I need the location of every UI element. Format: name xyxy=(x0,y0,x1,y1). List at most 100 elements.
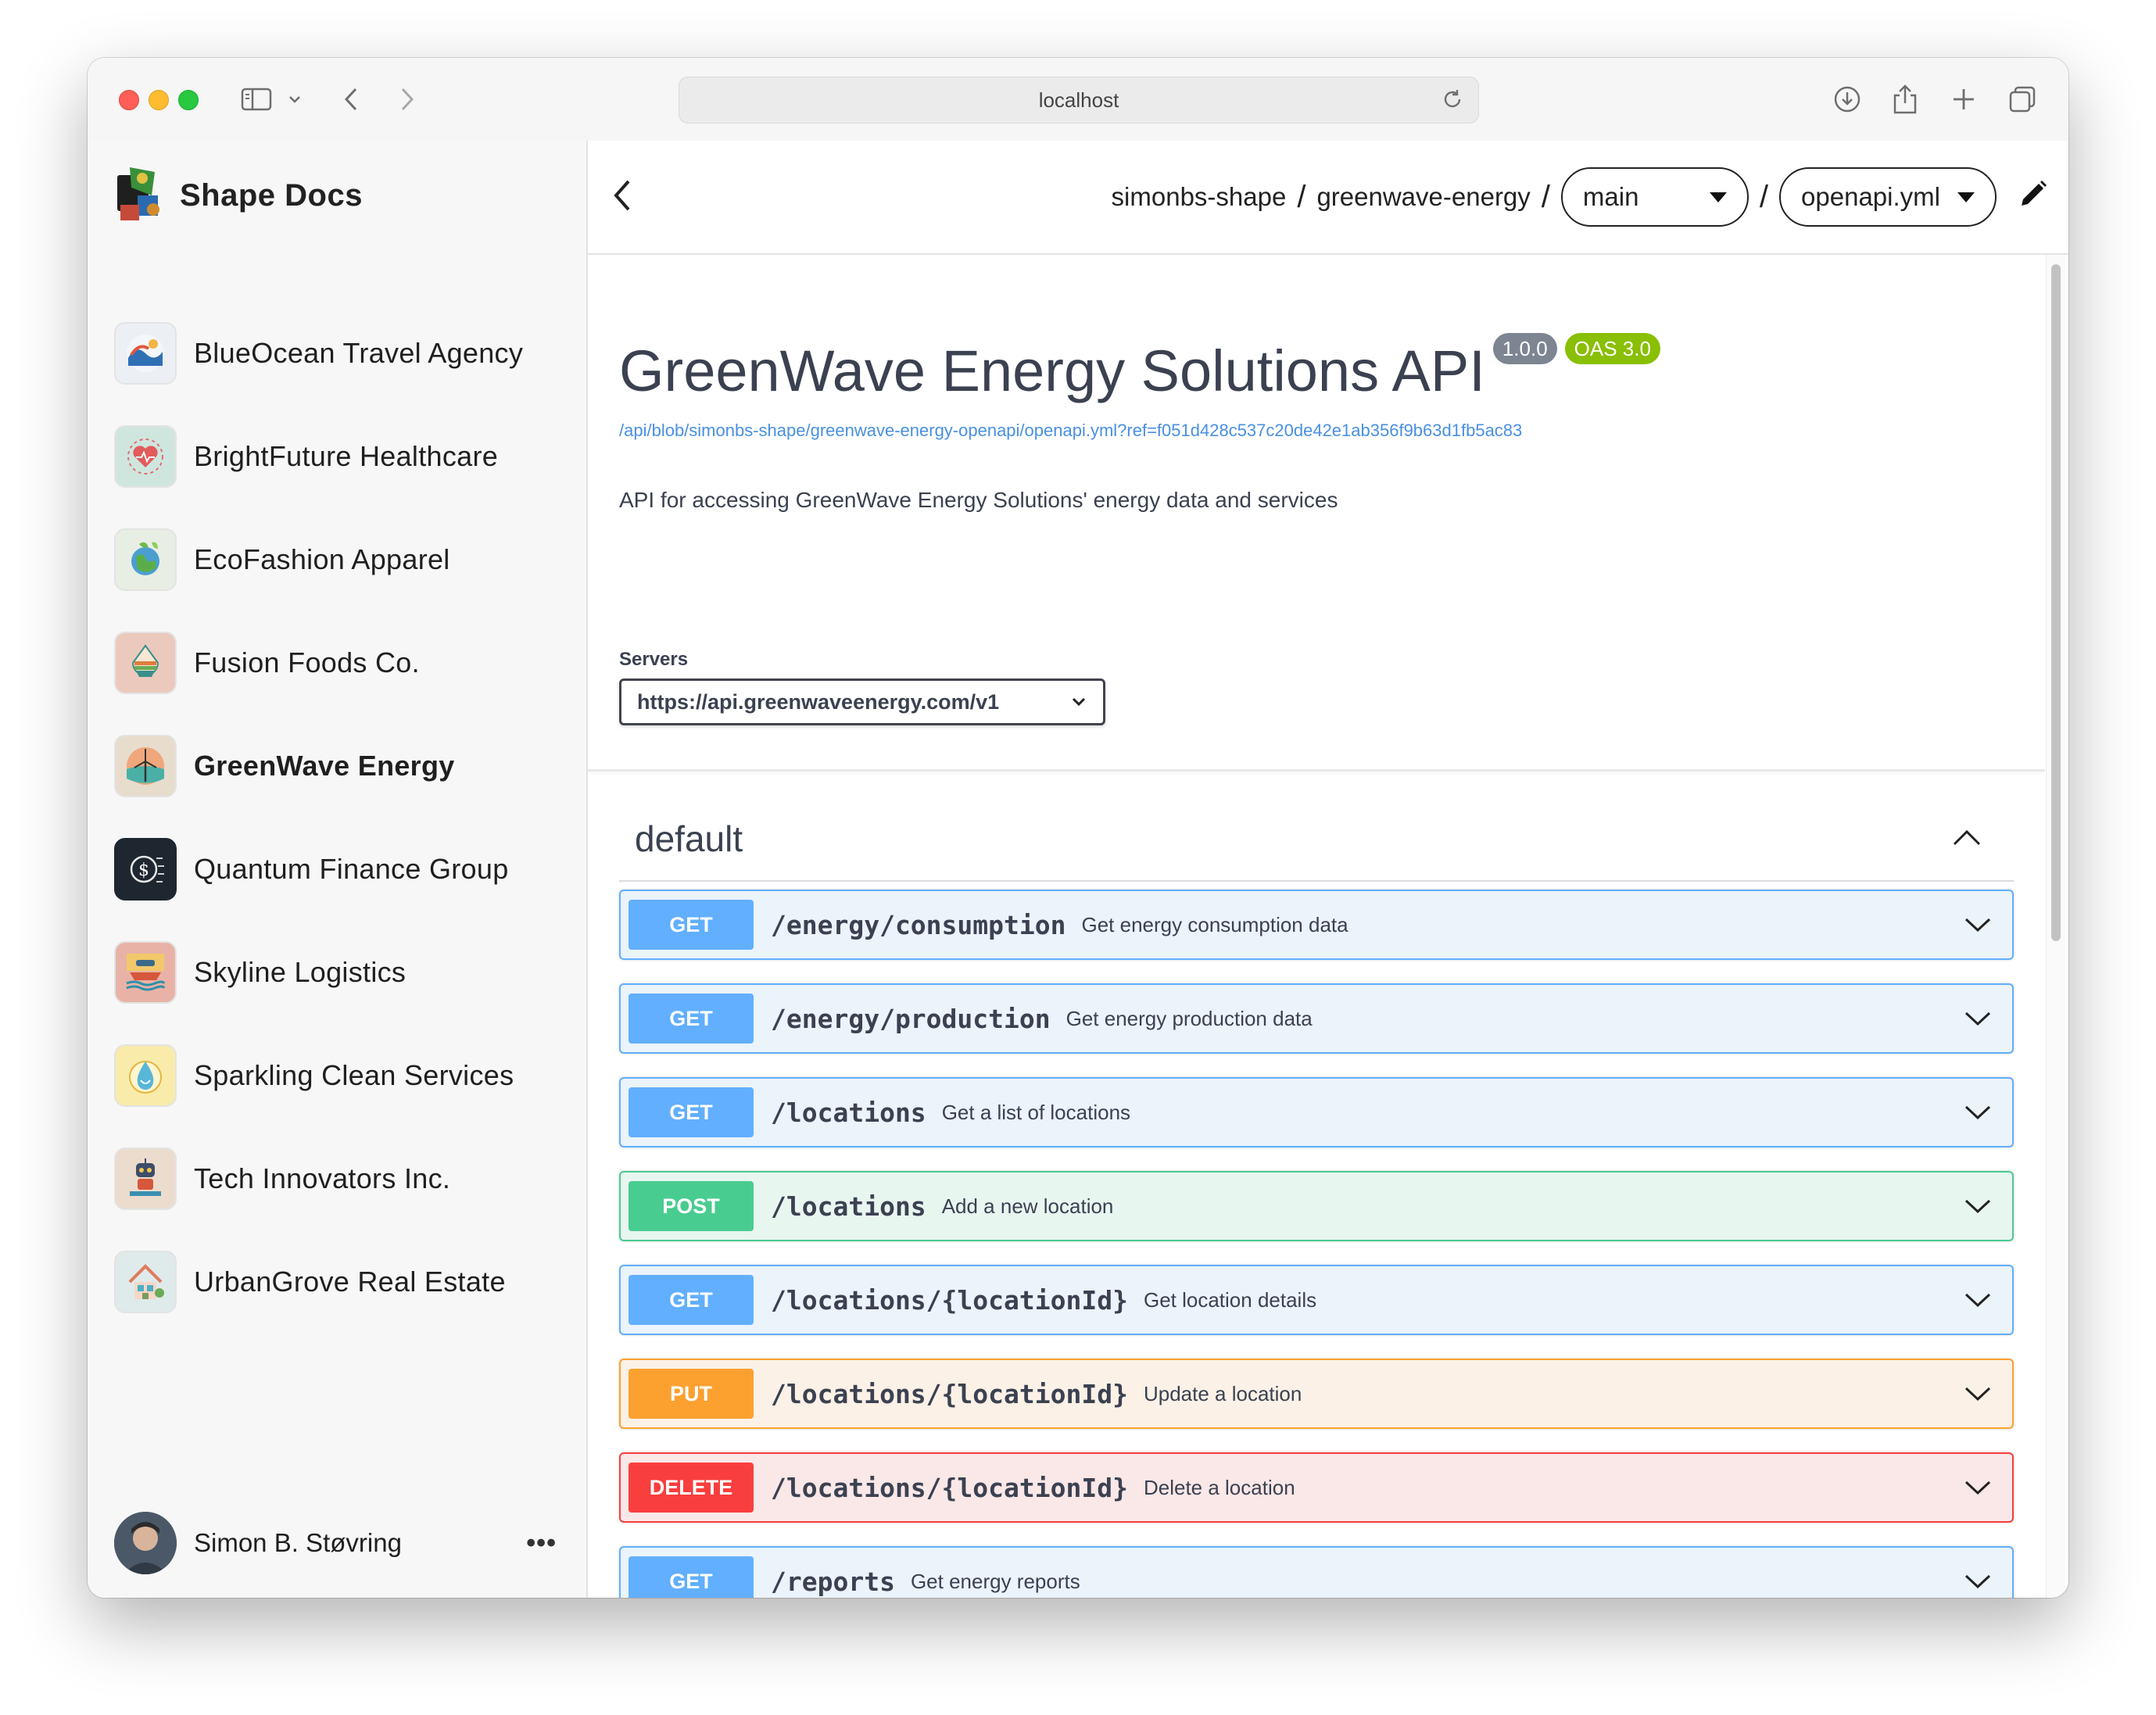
section-divider xyxy=(588,769,2045,772)
operation-summary: Get energy consumption data xyxy=(1081,912,1348,936)
breadcrumb-separator: / xyxy=(1541,179,1550,214)
user-menu[interactable]: Simon B. Støvring ••• xyxy=(114,1512,560,1574)
more-options-icon[interactable]: ••• xyxy=(526,1528,557,1559)
operations-list: GET /energy/consumption Get energy consu… xyxy=(619,890,2014,1598)
file-select[interactable]: openapi.yml xyxy=(1779,167,1997,227)
sidebar-item-ecofashion[interactable]: EcoFashion Apparel xyxy=(114,508,523,611)
tab-overview-icon[interactable] xyxy=(2007,81,2037,117)
sidebar-item-blueocean[interactable]: BlueOcean Travel Agency xyxy=(114,302,523,405)
method-badge: POST xyxy=(629,1181,754,1231)
zoom-window-button[interactable] xyxy=(178,90,199,110)
api-title: GreenWave Energy Solutions API xyxy=(619,338,1485,403)
sidebar-item-label: BrightFuture Healthcare xyxy=(194,440,499,472)
caret-down-icon xyxy=(1957,192,1975,202)
avatar xyxy=(114,1512,177,1574)
chevron-down-icon xyxy=(1964,1480,1991,1495)
caret-down-icon xyxy=(1709,192,1727,202)
breadcrumb-org[interactable]: simonbs-shape xyxy=(1112,182,1287,212)
branch-select[interactable]: main xyxy=(1560,167,1749,227)
edit-button[interactable] xyxy=(2018,179,2048,215)
sidebar-item-fusionfoods[interactable]: Fusion Foods Co. xyxy=(114,611,523,714)
content-scrollbar[interactable] xyxy=(2046,255,2065,1598)
operation-get-energy-consumption[interactable]: GET /energy/consumption Get energy consu… xyxy=(619,890,2014,960)
chevron-up-icon[interactable] xyxy=(1951,829,1982,851)
operation-get-locations[interactable]: GET /locations Get a list of locations xyxy=(619,1077,2014,1148)
new-tab-icon[interactable] xyxy=(1951,81,1976,117)
chevron-down-icon xyxy=(1964,1011,1991,1026)
sidebar-item-label: Fusion Foods Co. xyxy=(194,646,420,678)
operation-summary: Get a list of locations xyxy=(941,1100,1131,1124)
reload-icon[interactable] xyxy=(1441,88,1464,116)
back-button[interactable] xyxy=(611,178,633,217)
api-description: API for accessing GreenWave Energy Solut… xyxy=(619,488,1338,512)
minimize-window-button[interactable] xyxy=(149,90,169,110)
sidebar-item-techinnovators[interactable]: Tech Innovators Inc. xyxy=(114,1127,523,1230)
forward-nav-icon[interactable] xyxy=(397,81,416,117)
chevron-down-icon xyxy=(1964,1105,1991,1120)
operation-put-location[interactable]: PUT /locations/{locationId} Update a loc… xyxy=(619,1359,2014,1429)
main-panel: simonbs-shape / greenwave-energy / main … xyxy=(588,141,2068,1598)
oas-badge: OAS 3.0 xyxy=(1564,333,1660,364)
finance-chip-icon: $ xyxy=(114,838,177,900)
chevron-down-icon[interactable] xyxy=(288,81,302,117)
operation-summary: Get energy reports xyxy=(910,1569,1080,1593)
share-icon[interactable] xyxy=(1892,81,1918,117)
method-badge: GET xyxy=(629,900,754,950)
sidebar-item-label: Tech Innovators Inc. xyxy=(194,1162,451,1194)
scrollbar-thumb[interactable] xyxy=(2051,264,2061,941)
main-header: simonbs-shape / greenwave-energy / main … xyxy=(588,141,2068,255)
address-bar[interactable]: localhost xyxy=(679,77,1479,124)
breadcrumb-separator: / xyxy=(1297,179,1306,214)
method-badge: GET xyxy=(629,1087,754,1137)
robot-icon xyxy=(114,1148,177,1210)
operation-get-location-details[interactable]: GET /locations/{locationId} Get location… xyxy=(619,1265,2014,1335)
operation-get-reports[interactable]: GET /reports Get energy reports xyxy=(619,1546,2014,1598)
sidebar-item-quantumfinance[interactable]: $ Quantum Finance Group xyxy=(114,818,523,921)
operation-path: /locations/{locationId} xyxy=(771,1284,1128,1316)
water-drop-icon xyxy=(114,1044,177,1107)
tag-header-default[interactable]: default xyxy=(619,802,2014,882)
api-info: GreenWave Energy Solutions API 1.0.0 OAS… xyxy=(619,333,2045,513)
sidebar-item-label: Quantum Finance Group xyxy=(194,853,509,885)
user-name: Simon B. Støvring xyxy=(194,1528,402,1557)
operation-get-energy-production[interactable]: GET /energy/production Get energy produc… xyxy=(619,983,2014,1054)
operation-delete-location[interactable]: DELETE /locations/{locationId} Delete a … xyxy=(619,1452,2014,1523)
back-nav-icon[interactable] xyxy=(342,81,361,117)
servers-section: Servers https://api.greenwaveenergy.com/… xyxy=(619,649,1105,725)
url-text: localhost xyxy=(1038,88,1119,112)
sidebar: Shape Docs BlueOcean Travel Agency Brigh… xyxy=(88,141,588,1598)
spec-url-link[interactable]: /api/blob/simonbs-shape/greenwave-energy… xyxy=(619,421,2045,441)
downloads-icon[interactable] xyxy=(1832,81,1862,117)
operation-path: /energy/production xyxy=(771,1003,1051,1034)
chevron-down-icon xyxy=(1964,1387,1991,1402)
branch-value: main xyxy=(1582,182,1639,211)
sidebar-item-urbangrove[interactable]: UrbanGrove Real Estate xyxy=(114,1230,523,1334)
operation-summary: Get location details xyxy=(1143,1287,1317,1312)
method-badge: PUT xyxy=(629,1369,754,1419)
server-select[interactable]: https://api.greenwaveenergy.com/v1 xyxy=(619,678,1105,725)
operation-path: /locations xyxy=(771,1190,926,1222)
chevron-down-icon xyxy=(1964,1574,1991,1589)
sidebar-item-skyline[interactable]: Skyline Logistics xyxy=(114,921,523,1024)
wind-turbine-icon xyxy=(114,735,177,797)
sidebar-item-label: EcoFashion Apparel xyxy=(194,543,450,575)
server-value: https://api.greenwaveenergy.com/v1 xyxy=(637,689,1000,714)
sidebar-item-greenwave[interactable]: GreenWave Energy xyxy=(114,714,523,818)
house-icon xyxy=(114,1251,177,1313)
sidebar-item-label: BlueOcean Travel Agency xyxy=(194,337,524,369)
breadcrumb-project[interactable]: greenwave-energy xyxy=(1316,182,1530,212)
tag-name: default xyxy=(635,818,743,859)
operation-path: /locations xyxy=(771,1097,926,1128)
shape-logo-icon xyxy=(114,164,167,227)
sidebar-toggle-icon[interactable] xyxy=(241,81,272,117)
sidebar-item-sparklingclean[interactable]: Sparkling Clean Services xyxy=(114,1024,523,1127)
brand[interactable]: Shape Docs xyxy=(114,164,363,227)
method-badge: GET xyxy=(629,1275,754,1325)
ship-cargo-icon xyxy=(114,941,177,1004)
earth-leaf-icon xyxy=(114,528,177,591)
sidebar-item-brightfuture[interactable]: BrightFuture Healthcare xyxy=(114,405,523,508)
operation-post-locations[interactable]: POST /locations Add a new location xyxy=(619,1171,2014,1241)
chevron-down-icon xyxy=(1964,1293,1991,1308)
close-window-button[interactable] xyxy=(119,90,139,110)
operation-summary: Update a location xyxy=(1143,1381,1302,1405)
